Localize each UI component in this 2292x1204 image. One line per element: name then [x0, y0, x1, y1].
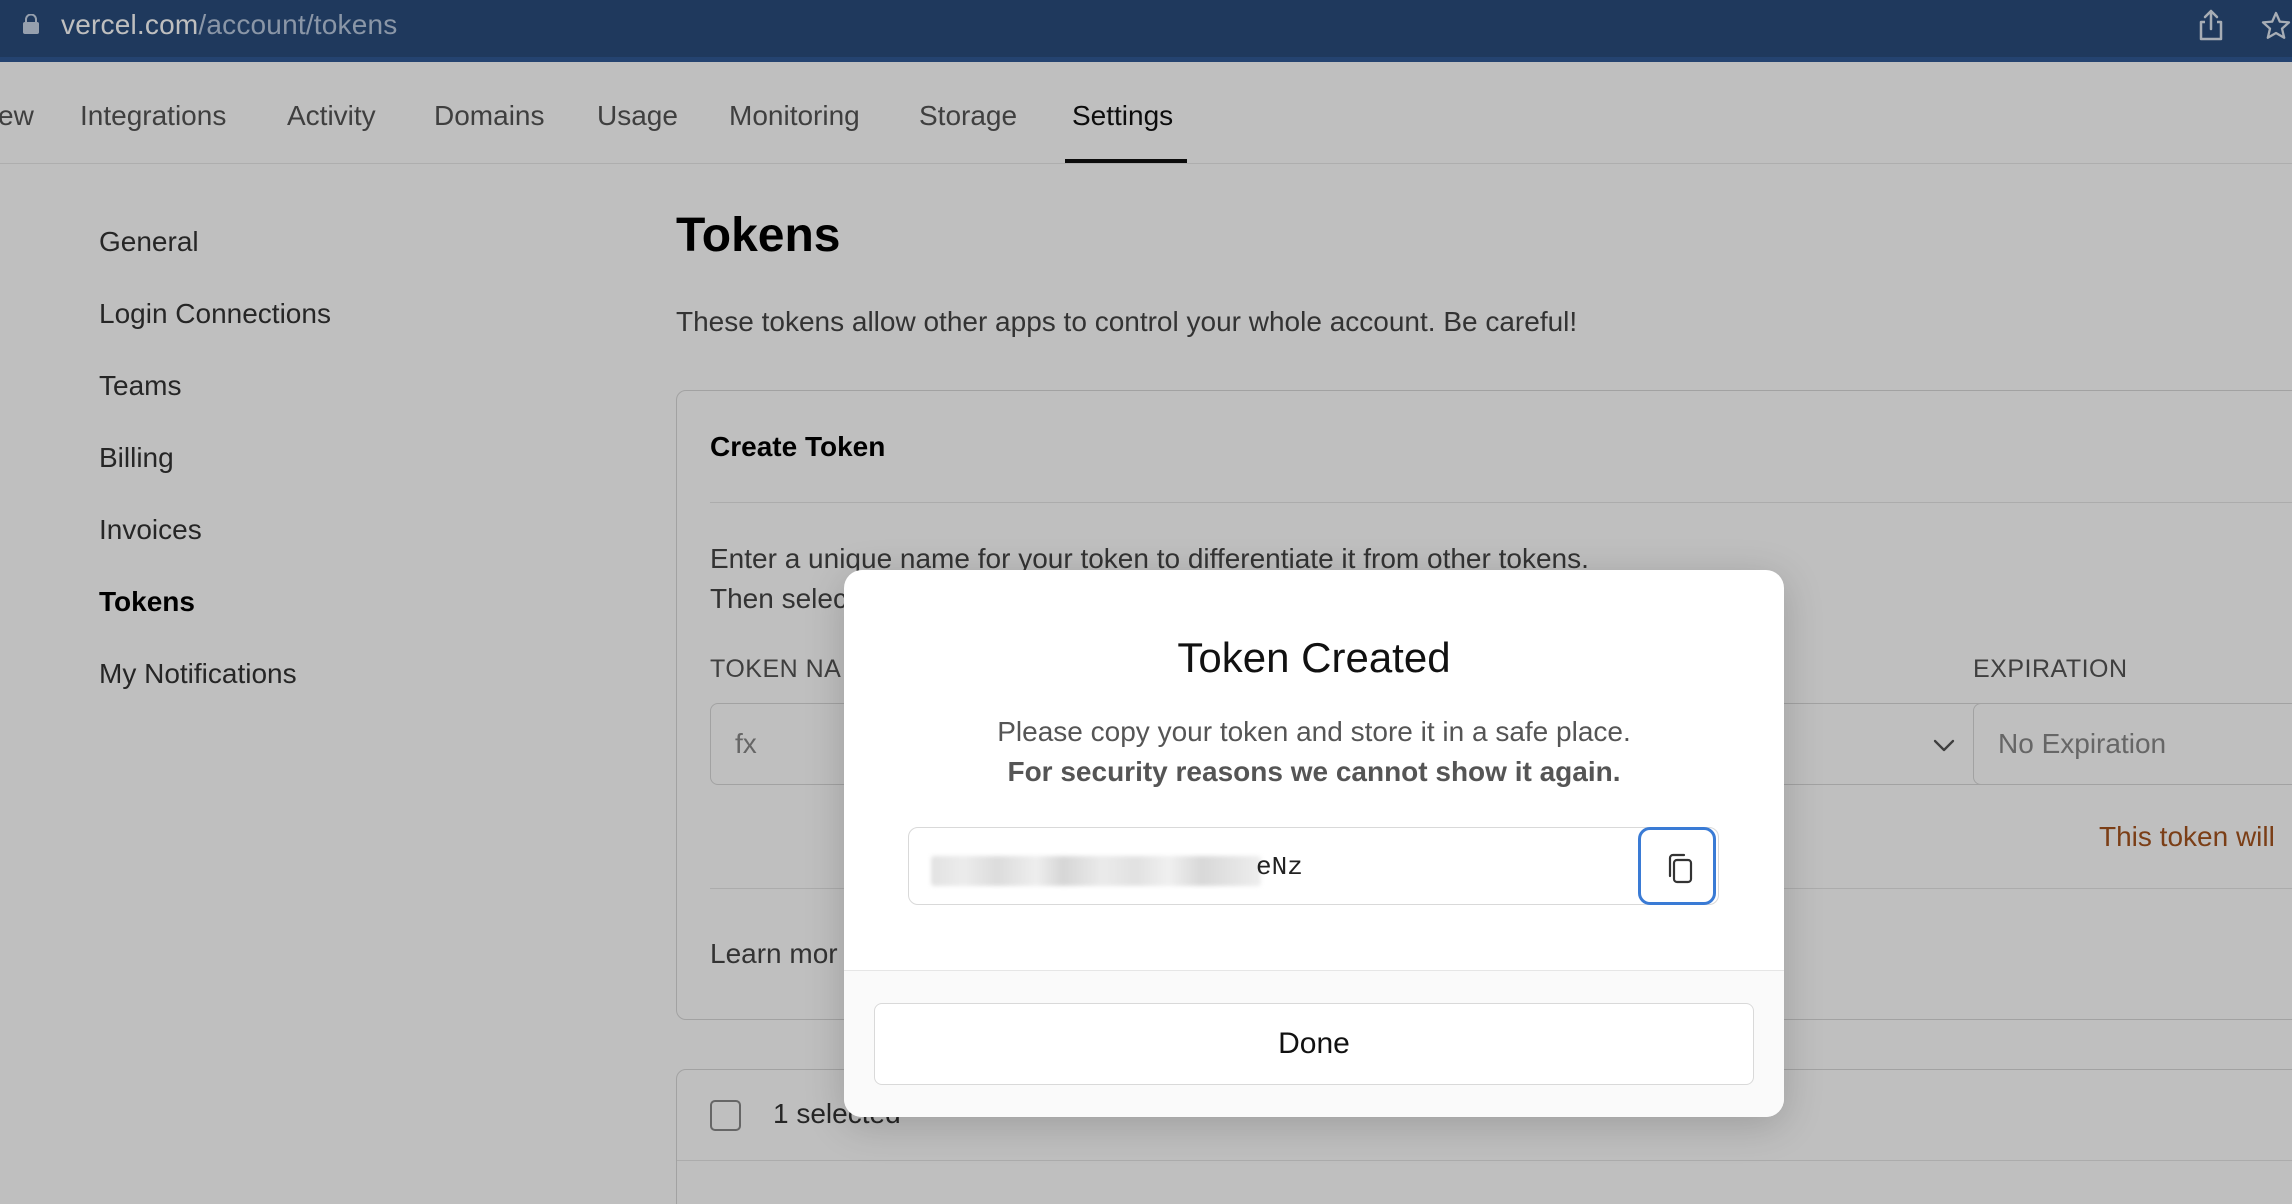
modal-footer: Done — [844, 970, 1784, 1117]
redacted-token-blur — [931, 856, 1261, 886]
token-created-modal: Token Created Please copy your token and… — [844, 570, 1784, 1117]
modal-message: Please copy your token and store it in a… — [997, 716, 1631, 747]
copy-icon — [1668, 853, 1693, 884]
modal-security-warning: For security reasons we cannot show it a… — [1007, 756, 1621, 787]
token-visible-suffix: eNz — [1256, 852, 1303, 882]
copy-token-button[interactable] — [1638, 827, 1716, 905]
done-button[interactable]: Done — [874, 1003, 1754, 1085]
modal-title: Token Created — [1177, 634, 1451, 681]
token-value-field[interactable]: eNz — [908, 827, 1719, 905]
